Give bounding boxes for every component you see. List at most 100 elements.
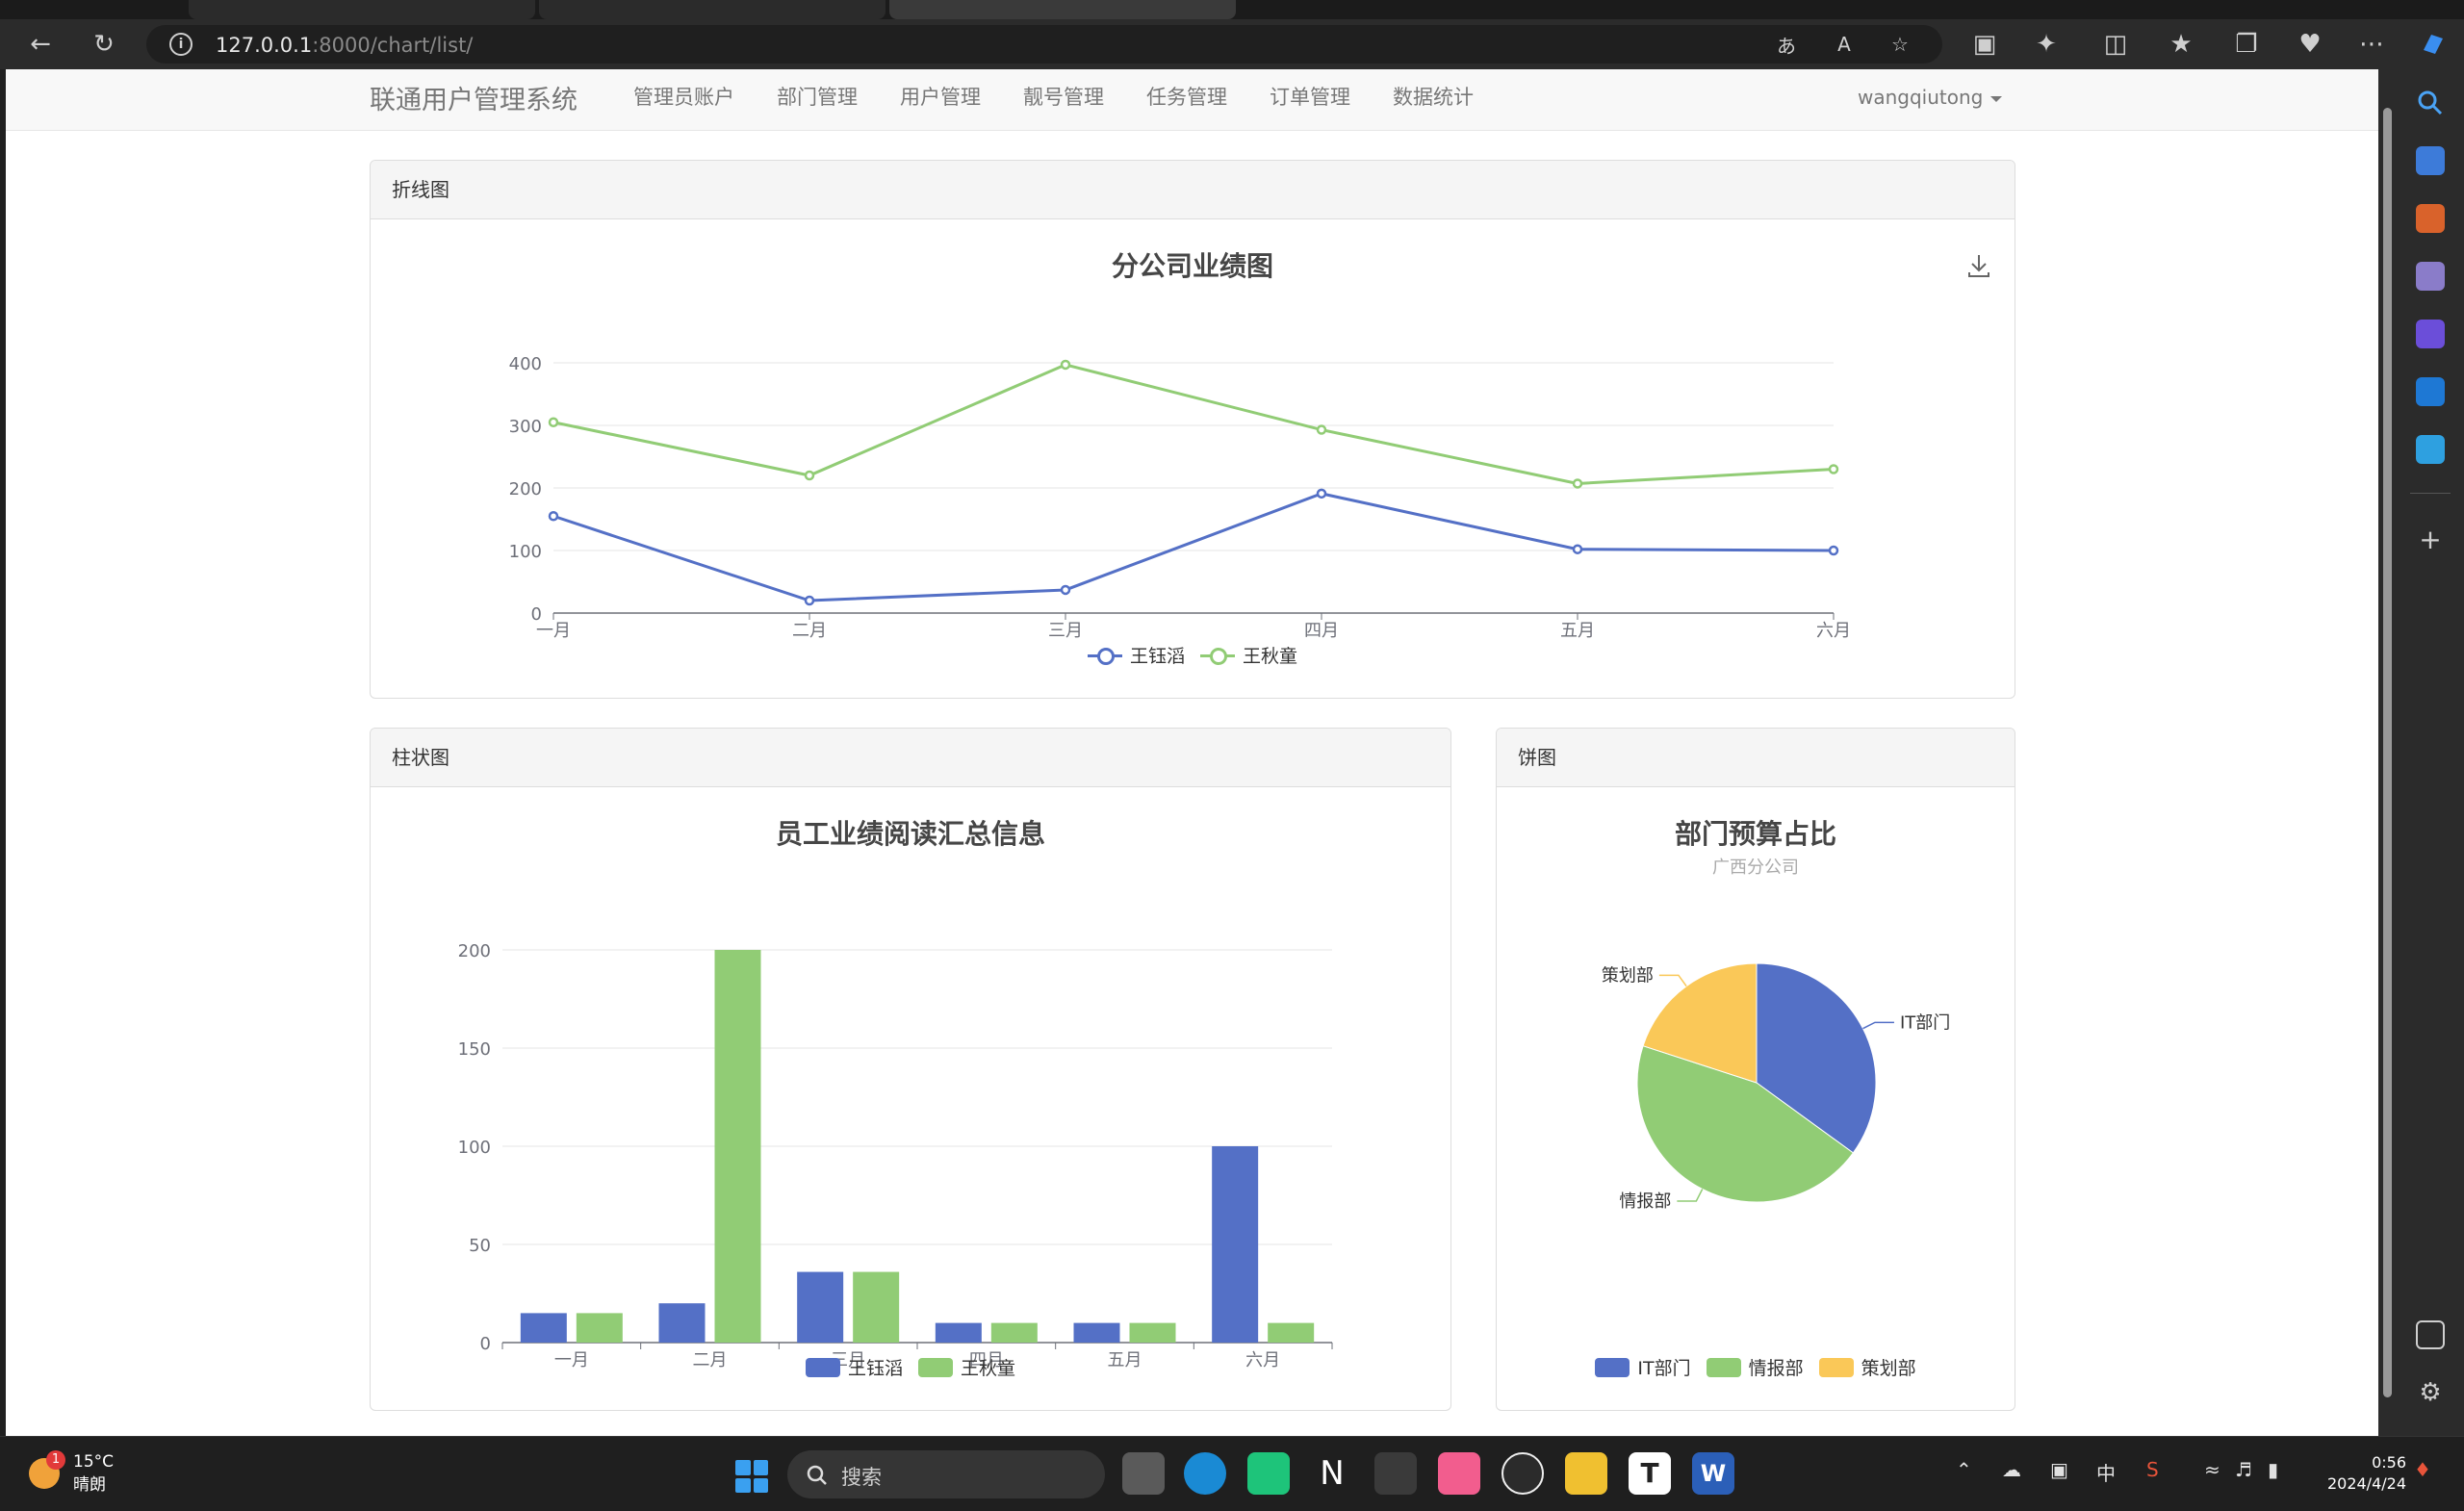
edge-browser-icon[interactable]: [1184, 1452, 1226, 1495]
bar: [1073, 1322, 1120, 1343]
volume-icon[interactable]: ♬: [2235, 1458, 2252, 1481]
brand-title[interactable]: 联通用户管理系统: [370, 79, 578, 116]
legend-rect-swatch: [1595, 1357, 1630, 1377]
display-icon[interactable]: ▣: [2050, 1458, 2068, 1481]
top-navbar: 联通用户管理系统 管理员账户 部门管理 用户管理 靓号管理 任务管理 订单管理 …: [6, 69, 2378, 131]
slice-label: 策划部: [1602, 965, 1654, 986]
typora-icon[interactable]: T: [1629, 1452, 1671, 1495]
site-info-icon[interactable]: i: [169, 33, 192, 56]
nav-item-user[interactable]: 用户管理: [879, 83, 1002, 112]
nav-item-pretty-number[interactable]: 靓号管理: [1002, 83, 1125, 112]
nav-item-department[interactable]: 部门管理: [756, 83, 879, 112]
data-point: [1060, 359, 1071, 371]
puzzle-icon[interactable]: ✦: [2029, 27, 2064, 62]
clock[interactable]: 0:56 2024/4/24: [2300, 1452, 2406, 1495]
word-icon[interactable]: W: [1692, 1452, 1734, 1495]
windows-taskbar: 1 15°C 晴朗 搜索 N T W ⌃ ☁ ▣ 中 S ≈ ♬ ▮ 0:56 …: [0, 1436, 2464, 1511]
label-leader-line: [1677, 1189, 1704, 1202]
settings-gear-icon[interactable]: ⚙: [2416, 1378, 2445, 1407]
browser-toolbar: ← ↻ i 127.0.0.1:8000/chart/list/ あ A ☆ ▣…: [0, 19, 2464, 69]
pie-chart: IT部门情报部 策划部: [1602, 962, 1950, 1212]
data-point: [804, 595, 815, 606]
bar-legend: 王钰滔 王秋童: [371, 1354, 1450, 1380]
games-icon[interactable]: [2416, 262, 2445, 291]
browser-tab[interactable]: [189, 0, 535, 19]
extension-icon[interactable]: ▣: [1967, 27, 2002, 62]
address-bar[interactable]: i 127.0.0.1:8000/chart/list/ あ A ☆: [146, 25, 1942, 64]
send-icon[interactable]: [2416, 435, 2445, 464]
legend-item[interactable]: 王钰滔: [1087, 642, 1185, 668]
outlook-icon[interactable]: [2416, 377, 2445, 406]
refresh-icon[interactable]: ↻: [87, 27, 121, 62]
file-explorer-icon[interactable]: [1565, 1452, 1607, 1495]
browser-tab-active[interactable]: [889, 0, 1236, 19]
nav-item-admin[interactable]: 管理员账户: [612, 83, 756, 112]
nav-item-statistics[interactable]: 数据统计: [1372, 83, 1495, 112]
notification-bell-icon[interactable]: ♦: [2414, 1458, 2431, 1481]
read-aloud-icon[interactable]: A: [1831, 31, 1858, 58]
back-icon[interactable]: ←: [23, 27, 58, 62]
nav-item-task[interactable]: 任务管理: [1125, 83, 1248, 112]
qq-icon[interactable]: [1502, 1452, 1544, 1495]
legend-item[interactable]: IT部门: [1595, 1354, 1691, 1380]
y-tick-label: 200: [458, 941, 491, 961]
data-point: [1060, 584, 1071, 596]
data-point: [1572, 478, 1583, 489]
tray-chevron-up-icon[interactable]: ⌃: [1956, 1458, 1972, 1481]
copilot-icon[interactable]: [2416, 27, 2451, 62]
favorite-star-icon[interactable]: ☆: [1886, 31, 1913, 58]
windows-start-icon[interactable]: [735, 1460, 768, 1493]
task-view-icon[interactable]: [1122, 1452, 1165, 1495]
user-dropdown[interactable]: wangqiutong: [1858, 83, 2003, 112]
legend-rect-swatch: [918, 1357, 953, 1377]
legend-item[interactable]: 策划部: [1818, 1354, 1916, 1380]
pycharm-icon[interactable]: [1247, 1452, 1290, 1495]
m365-icon[interactable]: [2416, 320, 2445, 348]
more-menu-icon[interactable]: ⋯: [2354, 27, 2389, 62]
data-point: [1572, 544, 1583, 554]
bilibili-icon[interactable]: [1438, 1452, 1480, 1495]
add-icon[interactable]: +: [2416, 525, 2445, 554]
x-tick-label: 六月: [1816, 621, 1851, 641]
scrollbar-thumb[interactable]: [2383, 108, 2392, 1397]
weather-text: 15°C 晴朗: [73, 1450, 114, 1497]
collections-icon[interactable]: ❐: [2229, 27, 2264, 62]
translate-icon[interactable]: あ: [1773, 31, 1800, 58]
legend-item[interactable]: 王秋童: [918, 1354, 1015, 1380]
tools-icon[interactable]: [2416, 204, 2445, 233]
screenshot-icon[interactable]: [2416, 1320, 2445, 1349]
weather-desc: 晴朗: [73, 1475, 106, 1495]
onedrive-icon[interactable]: ☁: [2002, 1458, 2021, 1481]
battery-icon[interactable]: ▮: [2268, 1458, 2278, 1481]
browser-essentials-icon[interactable]: ♥: [2293, 27, 2327, 62]
x-tick-label: 二月: [792, 621, 827, 641]
clock-time: 0:56: [2372, 1453, 2406, 1472]
bar-chart: 050100150200一月 二月 三月 四月 五月 六月: [458, 941, 1333, 1370]
taskbar-search[interactable]: 搜索: [787, 1450, 1105, 1498]
label-leader-line: [1862, 1021, 1894, 1030]
ime-indicator[interactable]: 中: [2096, 1458, 2116, 1486]
chart-subtitle: 广西分公司: [1712, 858, 1799, 878]
shopping-tag-icon[interactable]: [2416, 146, 2445, 175]
wifi-icon[interactable]: ≈: [2204, 1458, 2220, 1481]
search-icon[interactable]: [2416, 89, 2445, 117]
y-tick-label: 300: [509, 417, 542, 437]
notion-icon[interactable]: N: [1311, 1452, 1353, 1495]
bar: [797, 1271, 844, 1343]
legend-label: 王钰滔: [1129, 646, 1185, 667]
split-screen-icon[interactable]: ◫: [2098, 27, 2133, 62]
legend-item[interactable]: 情报部: [1706, 1354, 1804, 1380]
sogou-icon[interactable]: S: [2146, 1458, 2159, 1481]
browser-tab[interactable]: [539, 0, 886, 19]
nav-item-order[interactable]: 订单管理: [1248, 83, 1372, 112]
x-tick-label: 四月: [1304, 621, 1339, 641]
legend-rect-swatch: [1818, 1357, 1854, 1377]
legend-item[interactable]: 王秋童: [1200, 642, 1297, 668]
address-url[interactable]: 127.0.0.1:8000/chart/list/: [216, 34, 473, 57]
favorites-icon[interactable]: ★: [2164, 27, 2198, 62]
legend-item[interactable]: 王钰滔: [805, 1354, 903, 1380]
page-scrollbar[interactable]: [2378, 69, 2397, 1436]
line-chart: 0100200300400一月 二月 三月 四月 五月 六月: [509, 354, 1851, 641]
terminal-icon[interactable]: [1374, 1452, 1417, 1495]
legend-label: 王钰滔: [847, 1358, 903, 1379]
